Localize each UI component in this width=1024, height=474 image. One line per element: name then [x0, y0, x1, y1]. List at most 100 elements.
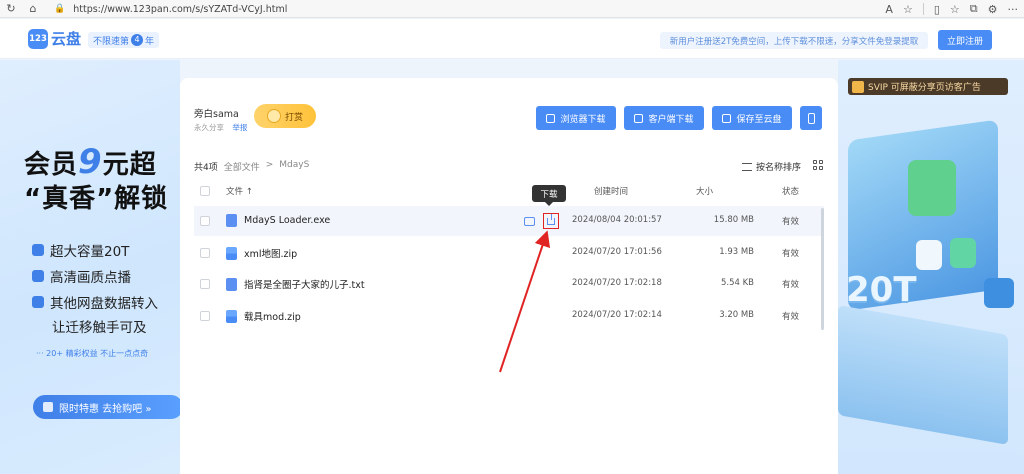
headline-post: 元超: [102, 150, 157, 180]
share-card: 旁白sama 永久分享 举报 打赏 浏览器下载 客户端下载 保存至云盘 共4项 …: [180, 78, 838, 474]
column-name[interactable]: 文件 ↑: [226, 185, 253, 197]
tagline-badge: 不限速第 4 年: [88, 32, 160, 48]
lock-illustration-icon: [908, 160, 956, 216]
promo-feature: 其他网盘数据转入: [32, 292, 158, 312]
file-name[interactable]: 载具mod.zip: [226, 309, 301, 323]
video-illustration-icon: [984, 278, 1014, 308]
row-checkbox[interactable]: [200, 248, 210, 258]
file-status: 有效: [782, 249, 800, 259]
promo-headline-1: 会员9元超: [24, 142, 157, 182]
sort-icon: [742, 162, 752, 171]
address-bar[interactable]: 🔒 https://www.123pan.com/s/sYZATd-VCyJ.h…: [54, 1, 814, 17]
feature-label: 超大容量20T: [50, 244, 130, 260]
file-size: 3.20 MB: [719, 310, 754, 320]
row-actions: [524, 213, 559, 229]
server-illustration: [838, 305, 1008, 445]
exe-file-icon: [226, 214, 237, 227]
sharer-name: 旁白sama: [194, 109, 239, 120]
grid-view-icon[interactable]: [813, 160, 823, 170]
file-name[interactable]: 指肾是全圈子大家的儿子.txt: [226, 277, 365, 291]
site-logo[interactable]: 123 云盘: [28, 28, 81, 49]
home-icon[interactable]: ⌂: [22, 0, 44, 18]
file-count: 共4项: [194, 163, 218, 173]
svip-ad-banner[interactable]: SVIP 可屏蔽分享页访客广告: [848, 78, 1008, 95]
split-screen-icon[interactable]: ▯: [934, 3, 940, 16]
browser-download-label: 浏览器下载: [560, 114, 606, 125]
share-meta: 永久分享 举报: [194, 122, 247, 133]
deal-label: 限时特惠 去抢购吧 »: [59, 403, 152, 415]
coin-icon: [266, 109, 281, 123]
logo-badge: 123: [28, 28, 48, 49]
report-link[interactable]: 举报: [232, 123, 247, 132]
save-folder-icon[interactable]: [524, 216, 535, 226]
file-name[interactable]: MdayS Loader.exe: [226, 214, 330, 227]
read-aloud-icon[interactable]: A: [885, 3, 893, 16]
column-status: 状态: [782, 187, 800, 197]
row-checkbox[interactable]: [200, 311, 210, 321]
site-header: 123 云盘 不限速第 4 年 新用户注册送2T免费空间，上传下载不限速，分享文…: [0, 19, 1024, 59]
image-illustration-icon: [916, 240, 942, 270]
left-promo-banner[interactable]: 会员9元超 “真香”解锁 超大容量20T 高清画质点播 其他网盘数据转入 让迁移…: [0, 60, 180, 474]
table-row[interactable]: 指肾是全圈子大家的儿子.txt 2024/07/20 17:02:18 5.54…: [194, 269, 824, 299]
zip-file-icon: [226, 246, 237, 260]
table-row[interactable]: 载具mod.zip 2024/07/20 17:02:14 3.20 MB 有效: [194, 301, 824, 331]
save-to-cloud-label: 保存至云盘: [736, 114, 782, 125]
breadcrumb-separator: >: [265, 160, 274, 170]
svip-text: SVIP 可屏蔽分享页访客广告: [868, 83, 981, 93]
tagline-post: 年: [145, 36, 155, 47]
logo-text: 云盘: [51, 30, 82, 48]
register-button[interactable]: 立即注册: [938, 30, 992, 50]
music-illustration-icon: [950, 238, 976, 268]
column-created[interactable]: 创建时间: [594, 185, 628, 197]
client-download-button[interactable]: 客户端下载: [624, 106, 704, 130]
browser-download-button[interactable]: 浏览器下载: [536, 106, 616, 130]
video-icon: [32, 270, 44, 282]
breadcrumb-root[interactable]: 全部文件: [224, 160, 260, 173]
tagline-number: 4: [131, 34, 144, 46]
file-name[interactable]: xml地图.zip: [226, 246, 297, 260]
sort-label: 按名称排序: [756, 163, 802, 173]
save-to-cloud-button[interactable]: 保存至云盘: [712, 106, 792, 130]
gift-icon: [43, 402, 53, 412]
file-created: 2024/08/04 20:01:57: [572, 215, 662, 225]
transfer-icon: [32, 296, 44, 308]
table-row[interactable]: xml地图.zip 2024/07/20 17:01:56 1.93 MB 有效: [194, 238, 824, 268]
tagline-pre: 不限速第: [93, 36, 130, 47]
zip-file-icon: [226, 309, 237, 323]
file-status: 有效: [782, 280, 800, 290]
favorite-star-icon[interactable]: ☆: [903, 3, 913, 16]
row-checkbox[interactable]: [200, 279, 210, 289]
share-duration: 永久分享: [194, 123, 224, 132]
mobile-qr-button[interactable]: [800, 106, 822, 130]
file-created: 2024/07/20 17:02:14: [572, 310, 662, 320]
row-checkbox[interactable]: [200, 216, 210, 226]
column-size[interactable]: 大小: [696, 185, 713, 197]
collections-icon[interactable]: ⧉: [970, 2, 978, 16]
file-created: 2024/07/20 17:01:56: [572, 247, 662, 257]
more-menu-icon[interactable]: ···: [1008, 3, 1019, 16]
table-row[interactable]: MdayS Loader.exe 2024/08/04 20:01:57 15.…: [194, 206, 824, 236]
save-icon: [722, 113, 732, 123]
list-scrollbar[interactable]: [821, 208, 824, 330]
header-promo-text: 新用户注册送2T免费空间，上传下载不限速，分享文件免登录提取: [660, 32, 928, 49]
promo-feature-sub: 让迁移触手可及: [52, 320, 147, 336]
client-icon: [634, 113, 644, 123]
table-header: 文件 ↑ 创建时间 大小 状态: [194, 180, 824, 202]
right-promo-banner[interactable]: SVIP 可屏蔽分享页访客广告 20T: [838, 60, 1024, 474]
breadcrumb: 共4项 全部文件 > MdayS: [194, 160, 309, 173]
select-all-checkbox[interactable]: [200, 186, 210, 196]
reward-button[interactable]: 打赏: [254, 104, 316, 128]
sort-control[interactable]: 按名称排序: [742, 160, 801, 173]
browser-actions: A ☆ ▯ ☆ ⧉ ⚙ ···: [885, 0, 1018, 18]
favorites-icon[interactable]: ☆: [950, 3, 960, 16]
feature-label: 高清画质点播: [50, 270, 131, 286]
extensions-icon[interactable]: ⚙: [988, 3, 998, 16]
download-icon[interactable]: [543, 213, 559, 229]
file-status: 有效: [782, 217, 800, 227]
promo-note: ··· 20+ 精彩权益 不止一点点奇: [36, 349, 149, 358]
phone-icon: [807, 112, 815, 124]
file-size: 5.54 KB: [720, 278, 754, 288]
toolbar-divider: [922, 3, 924, 15]
limited-deal-button[interactable]: 限时特惠 去抢购吧 »: [33, 395, 180, 419]
reload-icon[interactable]: ↻: [0, 0, 22, 18]
